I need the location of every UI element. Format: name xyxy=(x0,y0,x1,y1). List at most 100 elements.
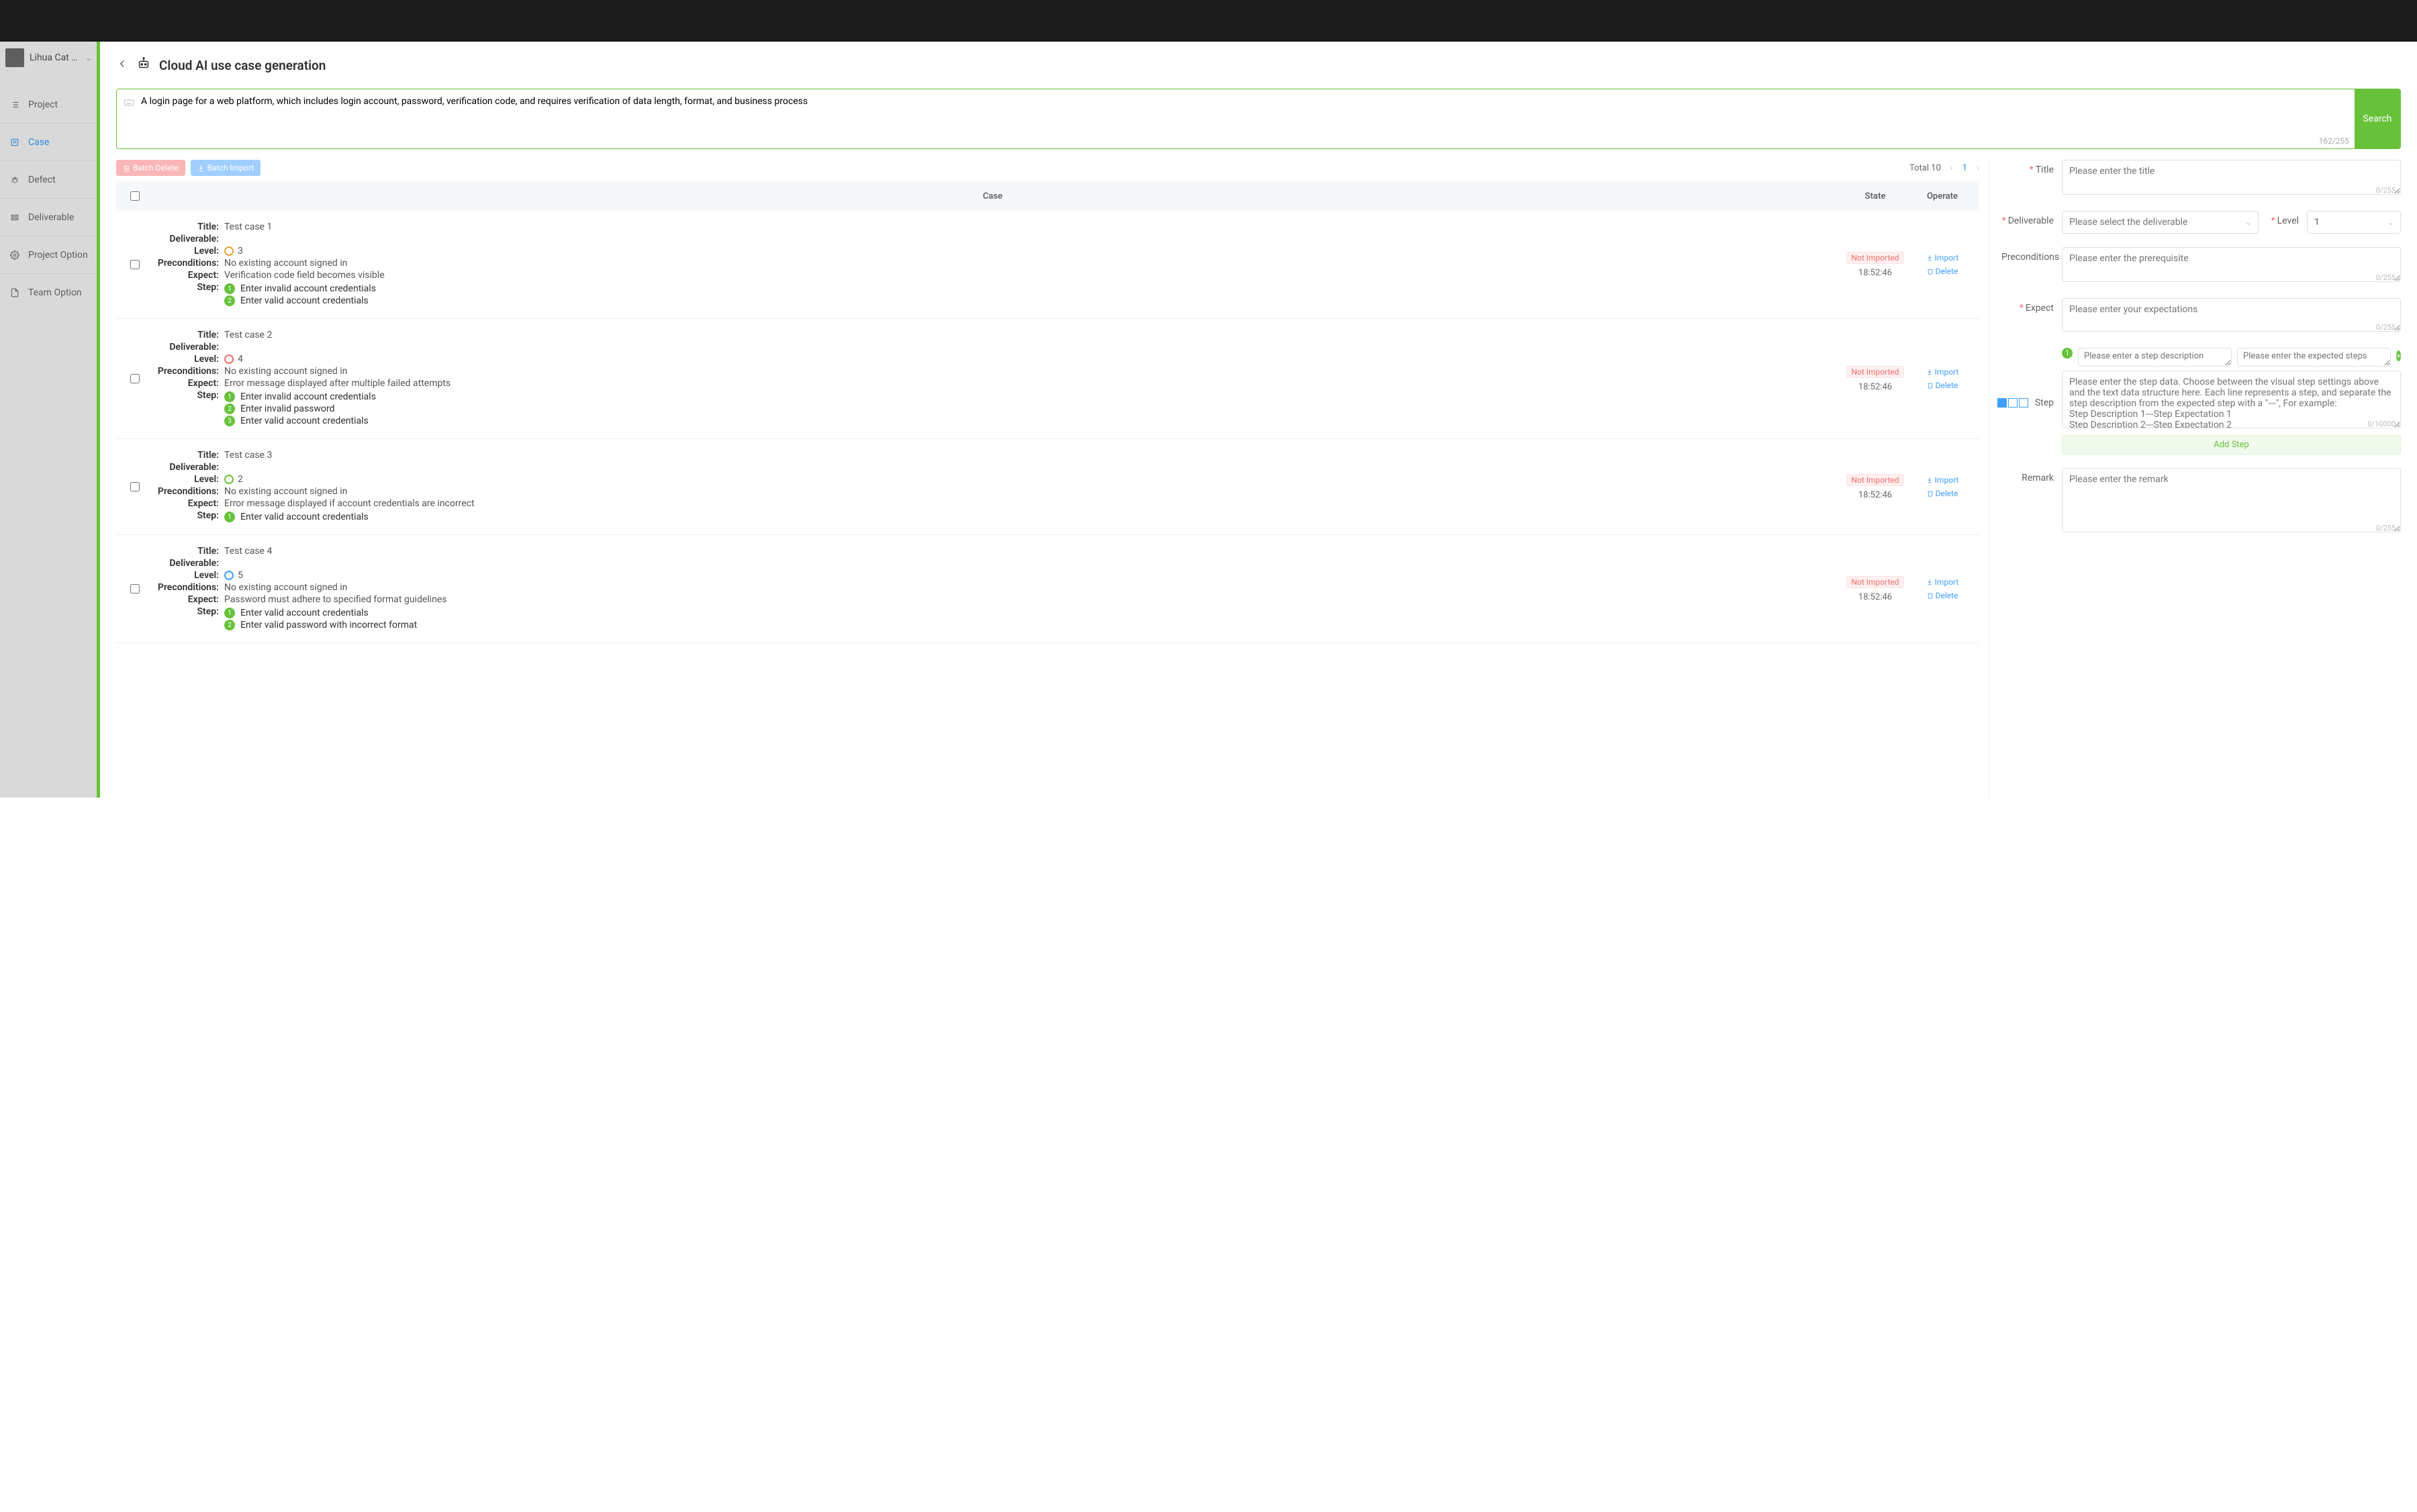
field-label: Preconditions: xyxy=(147,366,224,377)
batch-import-label: Batch Import xyxy=(207,163,254,173)
step-number-badge: 1 xyxy=(2062,348,2073,359)
select-all-checkbox[interactable] xyxy=(130,191,140,201)
drawer-drag-edge[interactable] xyxy=(97,42,100,798)
search-button[interactable]: Search xyxy=(2355,89,2400,148)
field-label: Level: xyxy=(147,474,224,485)
page-current[interactable]: 1 xyxy=(1962,163,1967,173)
page-prev[interactable]: ‹ xyxy=(1950,163,1953,173)
add-step-button[interactable]: Add Step xyxy=(2062,435,2401,455)
title-input[interactable] xyxy=(2062,160,2401,195)
delete-link[interactable]: Delete xyxy=(1927,267,1958,276)
batch-delete-button[interactable]: Batch Delete xyxy=(116,160,185,176)
case-time: 18:52:46 xyxy=(1858,490,1892,500)
level-dot-icon xyxy=(224,475,234,484)
sidebar-item-label: Case xyxy=(28,137,49,148)
batch-delete-label: Batch Delete xyxy=(133,163,179,173)
sidebar-item-label: Team Option xyxy=(28,287,82,298)
level-select[interactable] xyxy=(2307,211,2401,234)
delete-link[interactable]: Delete xyxy=(1927,489,1958,498)
delete-link[interactable]: Delete xyxy=(1927,381,1958,390)
field-label: Expect: xyxy=(147,378,224,389)
bug-icon xyxy=(9,175,20,185)
gear-icon xyxy=(9,250,20,260)
import-link[interactable]: Import xyxy=(1926,367,1959,377)
chevron-down-icon: ⌄ xyxy=(85,53,92,62)
label-expect: Expect xyxy=(2026,303,2054,314)
step-number-badge: 3 xyxy=(224,416,235,426)
label-step: Step xyxy=(2035,397,2054,408)
row-checkbox[interactable] xyxy=(130,260,140,269)
step-mode-toggle[interactable] xyxy=(1997,398,2028,408)
case-expect: Verification code field becomes visible xyxy=(224,270,1838,281)
case-title: Test case 3 xyxy=(224,450,1838,461)
row-checkbox[interactable] xyxy=(130,482,140,491)
sidebar-item-team-option[interactable]: Team Option xyxy=(0,274,97,311)
top-browser-bar xyxy=(0,0,2417,42)
case-preconditions: No existing account signed in xyxy=(224,486,1838,497)
remark-input[interactable] xyxy=(2062,468,2401,532)
case-title: Test case 2 xyxy=(224,330,1838,340)
import-link[interactable]: Import xyxy=(1926,475,1959,485)
sidebar-item-deliverable[interactable]: Deliverable xyxy=(0,199,97,236)
sidebar-item-label: Deliverable xyxy=(28,212,74,223)
project-selector[interactable]: Lihua Cat A... ⌄ xyxy=(0,42,97,74)
step-text: Enter invalid password xyxy=(240,404,334,414)
field-label: Step: xyxy=(147,390,224,401)
step-item: 1 Enter valid account credentials xyxy=(224,512,1838,522)
page-next[interactable]: › xyxy=(1977,163,1979,173)
step-text: Enter valid account credentials xyxy=(240,416,369,426)
step-number-badge: 1 xyxy=(224,391,235,402)
step-number-badge: 1 xyxy=(224,512,235,522)
expect-input[interactable] xyxy=(2062,298,2401,332)
requirement-input[interactable] xyxy=(117,89,2355,146)
row-checkbox[interactable] xyxy=(130,584,140,594)
row-checkbox[interactable] xyxy=(130,374,140,383)
step-expected-input[interactable] xyxy=(2237,348,2391,367)
field-label: Step: xyxy=(147,282,224,293)
back-button[interactable] xyxy=(116,58,128,73)
case-level: 4 xyxy=(224,354,1838,365)
sidebar-item-defect[interactable]: Defect xyxy=(0,161,97,198)
case-preconditions: No existing account signed in xyxy=(224,582,1838,593)
sidebar-item-label: Project Option xyxy=(28,250,88,261)
sidebar-item-project[interactable]: Project xyxy=(0,86,97,123)
deliverable-select[interactable] xyxy=(2062,211,2259,234)
preconditions-input[interactable] xyxy=(2062,247,2401,282)
step-item: 2 Enter invalid password xyxy=(224,404,1838,414)
label-title: Title xyxy=(2036,164,2054,175)
step-number-badge: 1 xyxy=(224,608,235,618)
batch-import-button[interactable]: Batch Import xyxy=(191,160,260,176)
list-icon xyxy=(9,100,20,109)
status-badge: Not Imported xyxy=(1846,252,1903,264)
step-description-input[interactable] xyxy=(2078,348,2232,367)
add-step-icon[interactable]: + xyxy=(2396,350,2401,361)
level-dot-icon xyxy=(224,571,234,580)
table-row: Title:Test case 3Deliverable:Level:2Prec… xyxy=(116,439,1979,535)
sidebar: Lihua Cat A... ⌄ Project Case Defect Delive… xyxy=(0,42,97,798)
case-preconditions: No existing account signed in xyxy=(224,366,1838,377)
field-label: Deliverable: xyxy=(147,234,224,244)
step-text: Enter valid account credentials xyxy=(240,512,369,522)
project-avatar xyxy=(5,48,24,67)
step-text: Enter invalid account credentials xyxy=(240,283,376,294)
sidebar-item-project-option[interactable]: Project Option xyxy=(0,236,97,273)
col-state: State xyxy=(1838,191,1912,201)
case-expect: Error message displayed if account crede… xyxy=(224,498,1838,509)
step-data-input[interactable] xyxy=(2062,371,2401,428)
step-text: Enter invalid account credentials xyxy=(240,391,376,402)
pagination: Total 10 ‹ 1 › xyxy=(1909,163,1979,173)
level-dot-icon xyxy=(224,246,234,256)
case-level: 5 xyxy=(224,570,1838,581)
sidebar-item-case[interactable]: Case xyxy=(0,124,97,160)
import-link[interactable]: Import xyxy=(1926,577,1959,587)
table-row: Title:Test case 4Deliverable:Level:5Prec… xyxy=(116,535,1979,643)
step-number-badge: 2 xyxy=(224,404,235,414)
field-label: Step: xyxy=(147,510,224,521)
delete-link[interactable]: Delete xyxy=(1927,591,1958,600)
field-label: Expect: xyxy=(147,594,224,605)
import-link[interactable]: Import xyxy=(1926,253,1959,263)
case-form: *Title 0/255 *Deliverable ⌄ xyxy=(1989,160,2401,798)
case-title: Test case 1 xyxy=(224,222,1838,232)
case-time: 18:52:46 xyxy=(1858,382,1892,392)
field-label: Deliverable: xyxy=(147,558,224,569)
